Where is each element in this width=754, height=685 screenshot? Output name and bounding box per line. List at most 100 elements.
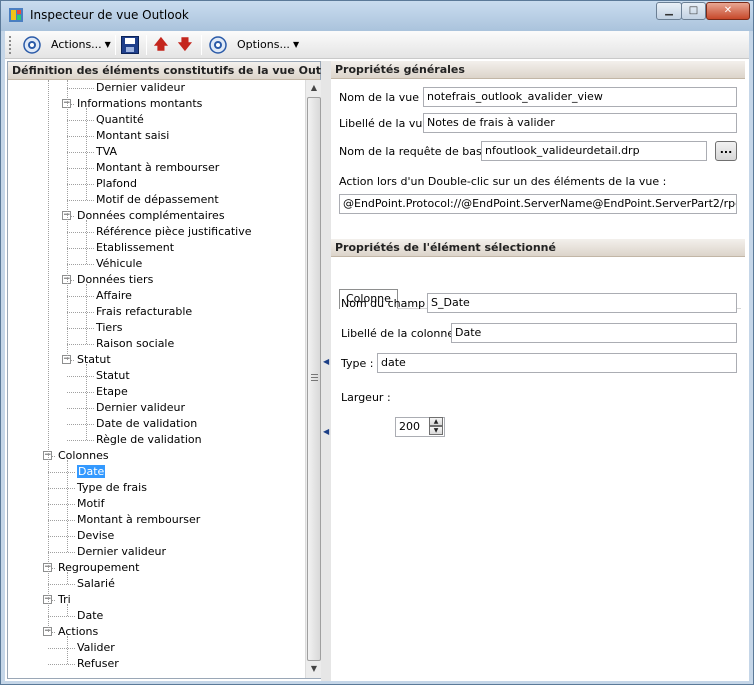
options-menu-button[interactable]: Options... ▼ (237, 35, 299, 55)
tree-node-label: Quantité (96, 113, 144, 126)
tree-node[interactable]: TVA (96, 144, 117, 160)
tree-connector (67, 440, 94, 441)
tree-scrollbar[interactable]: ▲ ▼ (305, 80, 322, 678)
tree-connector (67, 80, 68, 360)
tree-node-label: Etape (96, 385, 128, 398)
tree-node[interactable]: Raison sociale (96, 336, 174, 352)
tree-node[interactable]: Plafond (96, 176, 137, 192)
tree-connector (48, 472, 75, 473)
browse-button[interactable]: ... (715, 141, 737, 161)
tree-connector (86, 284, 87, 344)
tree-node[interactable]: Dernier valideur (77, 544, 166, 560)
tree-node-folder[interactable]: Informations montants (77, 96, 202, 112)
move-up-icon[interactable]: 🡅 (152, 36, 170, 54)
toolbar: Actions... ▼ 🡅 🡇 Options... ▼ (5, 31, 749, 59)
title-bar[interactable]: Inspecteur de vue Outlook ▁ □ ✕ (1, 1, 753, 31)
tree-node[interactable]: Quantité (96, 112, 144, 128)
tree-node[interactable]: Dernier valideur (96, 400, 185, 416)
tree-connector (67, 408, 94, 409)
tree-node[interactable]: Règle de validation (96, 432, 202, 448)
view-definition-tree[interactable]: Dernier valideur Informations montants − Qu… (8, 80, 305, 678)
tree-node[interactable]: Motif (77, 496, 104, 512)
collapse-left-icon[interactable]: ◀ (323, 427, 329, 436)
tree-connector (67, 264, 94, 265)
tree-connector (67, 604, 68, 616)
window-title: Inspecteur de vue Outlook (30, 8, 189, 22)
tree-node-label: Référence pièce justificative (96, 225, 252, 238)
width-stepper[interactable]: ▲ ▼ (429, 417, 443, 435)
tree-node[interactable]: Montant saisi (96, 128, 169, 144)
panel-splitter[interactable]: ◀ ◀ (321, 61, 331, 681)
tree-node[interactable]: Date (77, 464, 106, 480)
tree-node[interactable]: Affaire (96, 288, 132, 304)
tree-connector (86, 220, 87, 264)
double-click-action-input[interactable]: @EndPoint.Protocol://@EndPoint.ServerNam… (339, 194, 737, 214)
decrement-icon[interactable]: ▼ (429, 426, 443, 435)
tree-node[interactable]: Valider (77, 640, 115, 656)
target-icon[interactable] (209, 36, 227, 54)
tree-node[interactable]: Etablissement (96, 240, 174, 256)
actions-menu-button[interactable]: Actions... ▼ (51, 35, 111, 55)
tree-node-label: Raison sociale (96, 337, 175, 350)
tree-node[interactable]: Motif de dépassement (96, 192, 219, 208)
tree-node-folder[interactable]: Données tiers (77, 272, 153, 288)
tree-node-label: Règle de validation (96, 433, 202, 446)
toolbar-separator (146, 35, 147, 55)
tree-node[interactable]: Salarié (77, 576, 115, 592)
target-icon[interactable] (23, 36, 41, 54)
tree-connector (67, 636, 68, 664)
tree-node-folder[interactable]: Colonnes (58, 448, 109, 464)
scroll-up-icon[interactable]: ▲ (306, 80, 322, 96)
tree-node[interactable]: Véhicule (96, 256, 142, 272)
tree-node[interactable]: Tiers (96, 320, 122, 336)
grip-icon[interactable] (9, 36, 12, 54)
minimize-button[interactable]: ▁ (656, 2, 682, 20)
scroll-thumb[interactable] (307, 97, 321, 661)
tree-node[interactable]: Etape (96, 384, 128, 400)
tree-node[interactable]: Type de frais (77, 480, 147, 496)
tree-node-label: Montant à rembourser (96, 161, 220, 174)
tree-node[interactable]: Montant à rembourser (96, 160, 219, 176)
tree-node-label: Motif (77, 497, 105, 510)
tree-node[interactable]: Refuser (77, 656, 119, 672)
window-body: Actions... ▼ 🡅 🡇 Options... ▼ Définition d… (5, 31, 749, 681)
tree-node[interactable]: Devise (77, 528, 114, 544)
tree-connector (67, 312, 94, 313)
chevron-down-icon: ▼ (104, 40, 111, 49)
column-caption-input[interactable]: Date (451, 323, 737, 343)
query-input[interactable]: nfoutlook_valideurdetail.drp (481, 141, 707, 161)
move-down-icon[interactable]: 🡇 (176, 36, 194, 54)
options-menu-label: Options... (237, 38, 290, 51)
tree-node-folder[interactable]: Statut (77, 352, 111, 368)
tree-node[interactable]: Date de validation (96, 416, 197, 432)
tree-node[interactable]: Date (77, 608, 103, 624)
scroll-down-icon[interactable]: ▼ (306, 661, 322, 677)
increment-icon[interactable]: ▲ (429, 417, 443, 426)
tree-node-folder[interactable]: Regroupement (58, 560, 139, 576)
tree-node-label: Statut (77, 353, 111, 366)
type-input[interactable]: date (377, 353, 737, 373)
tree-node-folder[interactable]: Données complémentaires (77, 208, 225, 224)
close-button[interactable]: ✕ (706, 2, 750, 20)
view-name-input[interactable]: notefrais_outlook_avalider_view (423, 87, 737, 107)
tree-connector (48, 520, 75, 521)
tree-node[interactable]: Référence pièce justificative (96, 224, 252, 240)
tree-connector (48, 552, 75, 553)
field-name-input[interactable]: S_Date (427, 293, 737, 313)
maximize-button[interactable]: □ (681, 2, 706, 20)
tree-node[interactable]: Dernier valideur (96, 80, 185, 96)
tree-connector (48, 648, 75, 649)
tree-node[interactable]: Statut (96, 368, 130, 384)
tree-node[interactable]: Montant à rembourser (77, 512, 200, 528)
tree-node[interactable]: Frais refacturable (96, 304, 192, 320)
view-caption-input[interactable]: Notes de frais à valider (423, 113, 737, 133)
field-name-label: Nom du champ : (341, 297, 433, 310)
tree-node-folder[interactable]: Tri (58, 592, 71, 608)
tree-node-label: Devise (77, 529, 115, 542)
collapse-left-icon[interactable]: ◀ (323, 357, 329, 366)
grip-icon (311, 374, 318, 381)
view-caption-label: Libellé de la vue : (339, 117, 437, 130)
save-icon[interactable] (121, 36, 139, 54)
tree-connector (48, 616, 75, 617)
tree-node-folder[interactable]: Actions (58, 624, 98, 640)
